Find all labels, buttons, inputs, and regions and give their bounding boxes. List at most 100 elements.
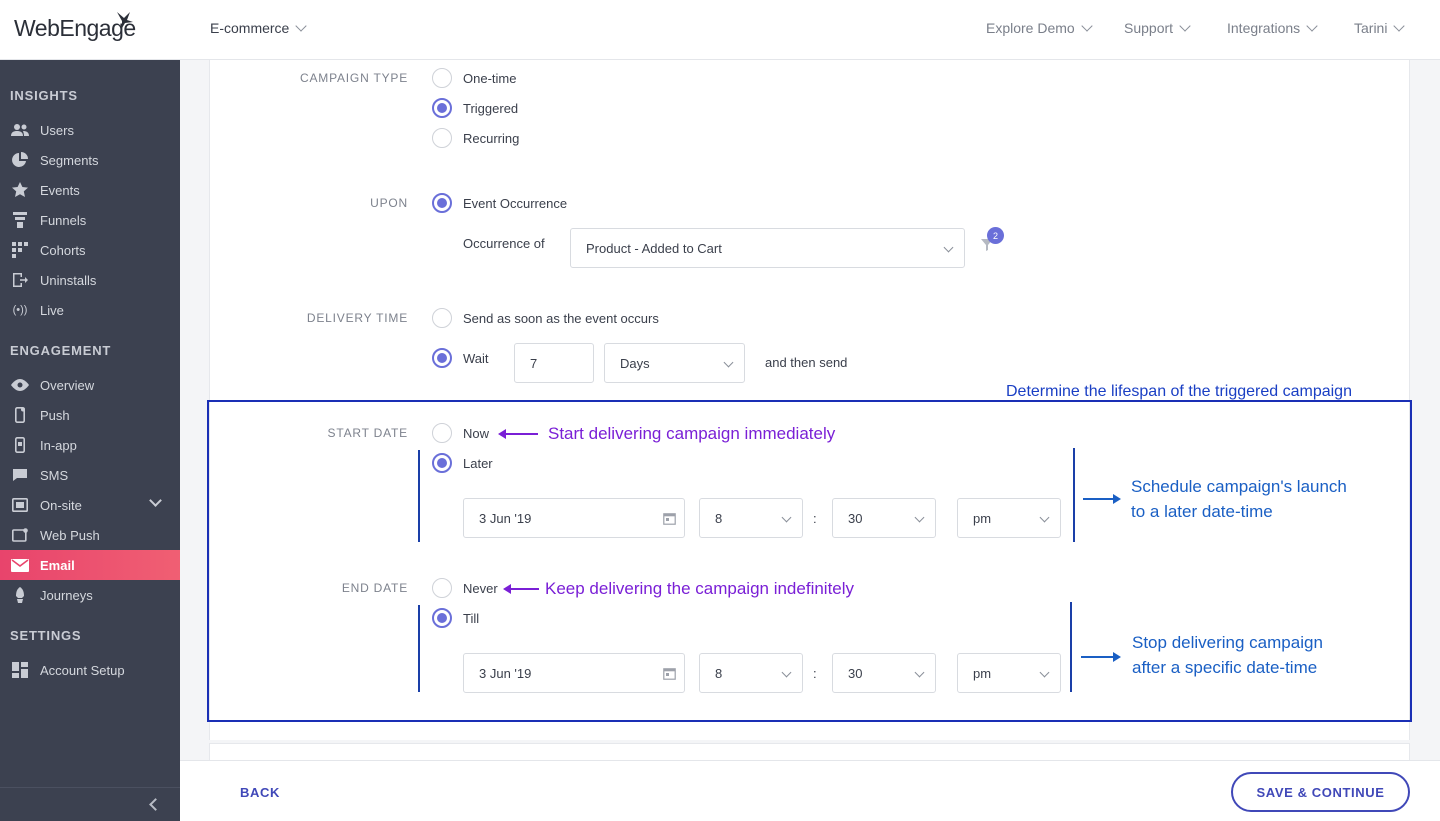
sidebar: INSIGHTS Users Segments Events Funnels C… [0,60,180,821]
time-separator: : [813,666,817,681]
sidebar-item-push[interactable]: Push [0,400,180,430]
end-date-picker[interactable]: 3 Jun '19 [463,653,685,693]
sidebar-item-label: In-app [40,437,77,453]
start-minute-select[interactable]: 30 [832,498,936,538]
wait-unit-select[interactable]: Days [604,343,745,383]
radio-triggered[interactable] [432,98,452,118]
sidebar-item-label: Live [40,302,64,318]
back-button[interactable]: BACK [240,785,280,800]
grid-icon [11,241,29,259]
annotation-arrow-right [1083,494,1121,504]
sidebar-item-label: Segments [40,152,99,168]
rocket-icon [11,586,29,604]
nav-support[interactable]: Support [1124,20,1191,36]
option-end-never: Never [463,581,498,596]
top-header: WebEngage E-commerce Explore Demo Suppor… [0,0,1440,60]
nav-integrations[interactable]: Integrations [1227,20,1318,36]
sidebar-item-label: Funnels [40,212,87,228]
sidebar-item-segments[interactable]: Segments [0,145,180,175]
eye-icon [11,376,29,394]
project-selector[interactable]: E-commerce [210,20,308,36]
sidebar-item-label: SMS [40,467,69,483]
nav-label: Integrations [1227,20,1301,36]
chevron-down-icon [1179,20,1191,32]
sidebar-item-label: Web Push [40,527,100,543]
option-end-till: Till [463,611,480,626]
end-minute-value: 30 [848,665,863,681]
radio-end-till[interactable] [432,608,452,628]
chevron-down-icon [1081,20,1093,32]
end-minute-select[interactable]: 30 [832,653,936,693]
annotation-bracket [418,450,420,542]
sidebar-item-users[interactable]: Users [0,115,180,145]
mobile-icon [11,406,29,424]
sidebar-item-account-setup[interactable]: Account Setup [0,655,180,685]
nav-user-menu[interactable]: Tarini [1354,20,1406,36]
wait-value-input[interactable]: 7 [514,343,594,383]
sidebar-item-web-push[interactable]: Web Push [0,520,180,550]
sidebar-item-live[interactable]: (•)) Live [0,295,180,325]
option-start-now: Now [463,426,490,441]
annotation-arrow-left [498,429,538,439]
event-select[interactable]: Product - Added to Cart [570,228,965,268]
annotation-till-line2: after a specific date-time [1132,658,1318,677]
annotation-bracket [1073,448,1075,542]
option-one-time: One-time [463,71,517,86]
radio-send-immediately[interactable] [432,308,452,328]
radio-event-occurrence[interactable] [432,193,452,213]
radio-wait[interactable] [432,348,452,368]
sidebar-item-label: On-site [40,497,82,513]
sidebar-item-sms[interactable]: SMS [0,460,180,490]
annotation-title: Determine the lifespan of the triggered … [1006,383,1352,400]
chevron-down-icon [1039,512,1050,523]
start-hour-select[interactable]: 8 [699,498,803,538]
radio-start-now[interactable] [432,423,452,443]
end-hour-select[interactable]: 8 [699,653,803,693]
sidebar-item-on-site[interactable]: On-site [0,490,180,520]
occurrence-of-label: Occurrence of [463,236,545,251]
sidebar-item-uninstalls[interactable]: Uninstalls [0,265,180,295]
sidebar-collapse-button[interactable] [0,787,180,821]
save-continue-button[interactable]: SAVE & CONTINUE [1231,772,1410,812]
webengage-logo[interactable]: WebEngage [14,10,136,46]
bird-icon [117,12,133,28]
nav-label: Tarini [1354,20,1388,36]
sidebar-item-cohorts[interactable]: Cohorts [0,235,180,265]
sidebar-item-events[interactable]: Events [0,175,180,205]
sidebar-item-overview[interactable]: Overview [0,370,180,400]
sidebar-item-label: Users [40,122,74,138]
sidebar-item-journeys[interactable]: Journeys [0,580,180,610]
sidebar-item-funnels[interactable]: Funnels [0,205,180,235]
chevron-left-icon [149,798,162,811]
option-recurring: Recurring [463,131,520,146]
nav-explore-demo[interactable]: Explore Demo [986,20,1093,36]
chevron-down-icon [914,512,925,523]
sidebar-item-email[interactable]: Email [0,550,180,580]
annotation-arrow-right [1081,652,1121,662]
chevron-down-icon[interactable] [149,494,162,507]
option-send-immediately: Send as soon as the event occurs [463,311,659,326]
radio-start-later[interactable] [432,453,452,473]
start-minute-value: 30 [848,510,863,526]
radio-one-time[interactable] [432,68,452,88]
annotation-later-line2: to a later date-time [1131,502,1273,521]
annotation-bracket [418,605,420,692]
time-separator: : [813,511,817,526]
sidebar-item-label: Cohorts [40,242,86,258]
sidebar-item-in-app[interactable]: In-app [0,430,180,460]
start-hour-value: 8 [715,510,723,526]
sidebar-item-label: Journeys [40,587,93,603]
sidebar-item-label: Account Setup [40,662,125,678]
chevron-down-icon [914,667,925,678]
nav-label: Explore Demo [986,20,1075,36]
radio-end-never[interactable] [432,578,452,598]
radio-recurring[interactable] [432,128,452,148]
start-ampm-select[interactable]: pm [957,498,1061,538]
start-date-picker[interactable]: 3 Jun '19 [463,498,685,538]
option-wait: Wait [463,351,489,366]
wait-value: 7 [530,355,538,371]
sidebar-section-engagement: ENGAGEMENT [10,343,112,358]
upon-label: UPON [370,196,408,210]
end-ampm-select[interactable]: pm [957,653,1061,693]
wait-unit-value: Days [620,355,650,371]
